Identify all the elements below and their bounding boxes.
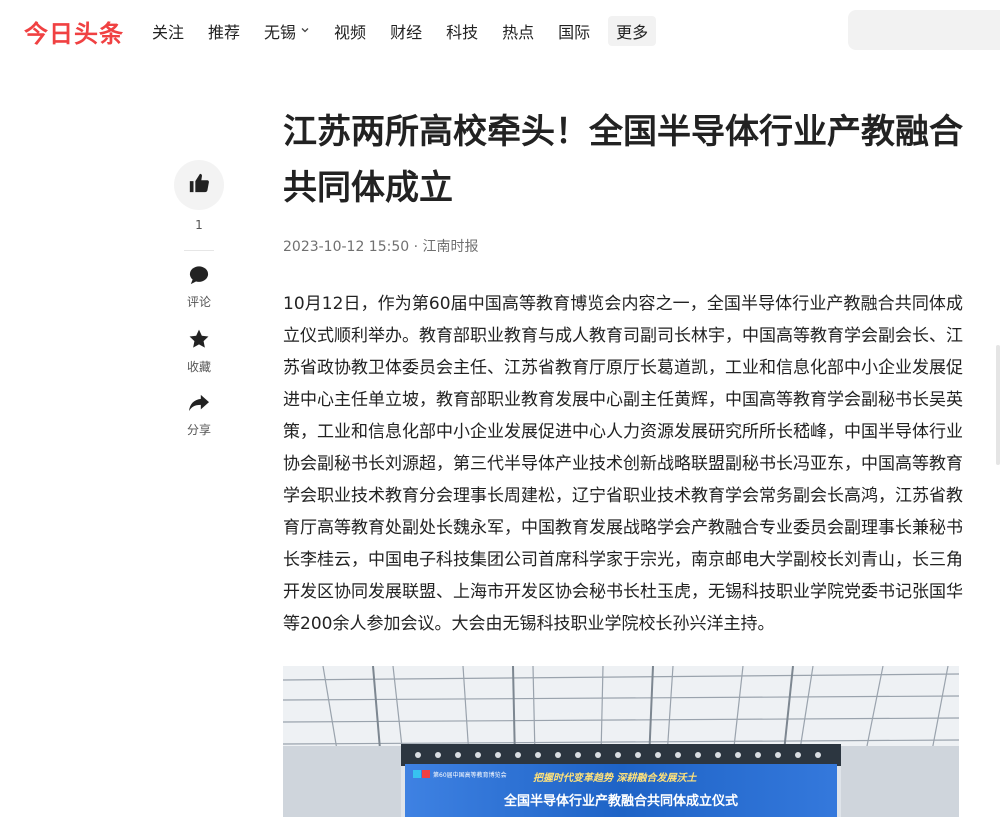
favorite-label: 收藏: [186, 360, 211, 374]
article: 江苏两所高校牵头！全国半导体行业产教融合共同体成立 2023-10-12 15:…: [283, 104, 963, 640]
comment-label: 评论: [186, 295, 211, 309]
banner-slogan: 把握时代变革趋势 深耕融合发展沃土: [533, 772, 697, 784]
comment-button[interactable]: 评论: [174, 265, 224, 310]
article-paragraph: 10月12日，作为第60届中国高等教育博览会内容之一，全国半导体行业产教融合共同…: [283, 294, 963, 634]
article-title: 江苏两所高校牵头！全国半导体行业产教融合共同体成立: [283, 112, 963, 208]
article-meta: 2023-10-12 15:50 · 江南时报: [283, 236, 963, 256]
top-nav: 关注 推荐 无锡 视频 财经 科技 热点 国际 更多: [140, 0, 668, 62]
chevron-down-icon: [300, 25, 310, 38]
nav-item-city-label: 无锡: [264, 23, 297, 42]
nav-item-video[interactable]: 视频: [334, 19, 366, 43]
publish-time: 2023-10-12 15:50: [283, 239, 410, 255]
comment-icon: [188, 265, 210, 289]
top-header: 今日头条 关注 推荐 无锡 视频 财经 科技 热点 国际 更多: [0, 0, 1000, 62]
like-count: 1: [195, 218, 203, 232]
search-input[interactable]: [848, 10, 1000, 50]
favorite-button[interactable]: 收藏: [174, 328, 224, 375]
nav-item-follow[interactable]: 关注: [152, 19, 184, 43]
share-icon: [188, 393, 210, 417]
nav-item-city[interactable]: 无锡: [264, 19, 310, 43]
nav-item-recommend[interactable]: 推荐: [208, 19, 240, 43]
star-icon: [188, 328, 210, 354]
side-action-bar: 1 评论 收藏 分享: [174, 160, 224, 456]
nav-item-hot[interactable]: 热点: [502, 19, 534, 43]
nav-item-tech[interactable]: 科技: [446, 19, 478, 43]
share-button[interactable]: 分享: [174, 393, 224, 438]
scrollbar[interactable]: [996, 345, 1000, 465]
nav-item-international[interactable]: 国际: [558, 19, 590, 43]
meta-separator: ·: [413, 239, 423, 255]
nav-item-finance[interactable]: 财经: [390, 19, 422, 43]
like-button[interactable]: [174, 160, 224, 210]
banner-title: 全国半导体行业产教融合共同体成立仪式: [503, 793, 738, 809]
banner-logo-text: 第60届中国高等教育博览会: [433, 771, 507, 779]
nav-more-button[interactable]: 更多: [608, 16, 657, 46]
site-logo[interactable]: 今日头条: [24, 14, 124, 49]
side-divider: [184, 250, 214, 251]
article-photo[interactable]: 第60届中国高等教育博览会 把握时代变革趋势 深耕融合发展沃土 全国半导体行业产…: [283, 666, 959, 817]
share-label: 分享: [186, 423, 211, 437]
article-source[interactable]: 江南时报: [423, 239, 479, 255]
thumbs-up-icon: [188, 172, 210, 198]
